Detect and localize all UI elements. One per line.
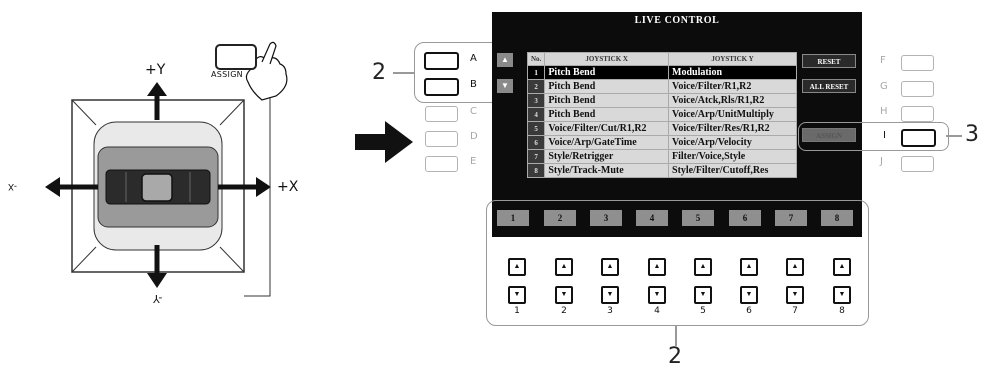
page-up-button[interactable]: ▲ (497, 53, 513, 67)
table-row[interactable]: 2 Pitch Bend Voice/Filter/R1,R2 (526, 79, 797, 94)
row-number: 6 (526, 135, 546, 150)
header-joystick-y: JOYSTICK Y (668, 52, 797, 66)
table-row[interactable]: 1 Pitch Bend Modulation (526, 65, 797, 80)
button-h[interactable] (901, 106, 934, 122)
button-j-label: J (880, 156, 883, 167)
row-number: 8 (526, 163, 546, 178)
row-x-value: Voice/Filter/Cut/R1,R2 (544, 121, 670, 136)
button-b-label: B (470, 79, 477, 90)
up-button-5[interactable]: ▲ (694, 258, 712, 276)
column-number-2: 2 (561, 306, 567, 316)
down-button-6[interactable]: ▼ (740, 286, 758, 304)
table-row[interactable]: 5 Voice/Filter/Cut/R1,R2 Voice/Filter/Re… (526, 121, 797, 136)
down-button-1[interactable]: ▼ (508, 286, 526, 304)
table-row[interactable]: 7 Style/Retrigger Filter/Voice,Style (526, 149, 797, 164)
row-x-value: Style/Retrigger (544, 149, 670, 164)
button-c[interactable] (425, 106, 458, 122)
column-number-5: 5 (700, 306, 706, 316)
row-x-value: Pitch Bend (544, 93, 670, 108)
button-i[interactable] (901, 129, 936, 147)
callout-2-bottom: 2 (668, 344, 682, 369)
up-button-6[interactable]: ▲ (740, 258, 758, 276)
button-d-label: D (470, 131, 478, 142)
row-y-value: Voice/Arp/Velocity (668, 135, 797, 150)
row-x-value: Pitch Bend (544, 65, 670, 80)
button-f[interactable] (901, 55, 934, 71)
table-row[interactable]: 4 Pitch Bend Voice/Arp/UnitMultiply (526, 107, 797, 122)
button-i-label: I (883, 130, 886, 141)
row-y-value: Filter/Voice,Style (668, 149, 797, 164)
row-y-value: Modulation (668, 65, 797, 80)
button-g[interactable] (901, 81, 934, 97)
button-g-label: G (880, 81, 888, 92)
button-b[interactable] (424, 78, 459, 96)
up-button-1[interactable]: ▲ (508, 258, 526, 276)
button-d[interactable] (425, 131, 458, 147)
row-number: 2 (526, 79, 546, 94)
button-j[interactable] (901, 156, 934, 172)
reset-button[interactable]: RESET (802, 54, 856, 68)
button-e-label: E (470, 156, 477, 167)
button-e[interactable] (425, 156, 458, 172)
callout-3: 3 (965, 122, 979, 147)
down-button-7[interactable]: ▼ (786, 286, 804, 304)
row-number: 7 (526, 149, 546, 164)
row-x-value: Style/Track-Mute (544, 163, 670, 178)
column-number-3: 3 (607, 306, 613, 316)
row-x-value: Pitch Bend (544, 79, 670, 94)
header-no: No. (526, 52, 546, 66)
row-x-value: Pitch Bend (544, 107, 670, 122)
down-button-4[interactable]: ▼ (648, 286, 666, 304)
row-y-value: Voice/Arp/UnitMultiply (668, 107, 797, 122)
down-button-8[interactable]: ▼ (833, 286, 851, 304)
button-f-label: F (880, 55, 886, 66)
row-y-value: Style/Filter/Cutoff,Res (668, 163, 797, 178)
up-button-7[interactable]: ▲ (786, 258, 804, 276)
down-button-2[interactable]: ▼ (555, 286, 573, 304)
button-a-label: A (470, 53, 477, 64)
row-number: 3 (526, 93, 546, 108)
row-x-value: Voice/Arp/GateTime (544, 135, 670, 150)
all-reset-button[interactable]: ALL RESET (802, 79, 856, 93)
table-row[interactable]: 8 Style/Track-Mute Style/Filter/Cutoff,R… (526, 163, 797, 178)
down-button-5[interactable]: ▼ (694, 286, 712, 304)
button-c-label: C (470, 106, 477, 117)
button-a[interactable] (424, 52, 459, 70)
up-button-2[interactable]: ▲ (555, 258, 573, 276)
column-number-6: 6 (746, 306, 752, 316)
row-y-value: Voice/Filter/R1,R2 (668, 79, 797, 94)
page-down-button[interactable]: ▼ (497, 79, 513, 93)
table-row[interactable]: 3 Pitch Bend Voice/Atck,Rls/R1,R2 (526, 93, 797, 108)
column-number-7: 7 (792, 306, 798, 316)
bottom-button-group (486, 200, 869, 326)
column-number-8: 8 (839, 306, 845, 316)
column-number-4: 4 (654, 306, 660, 316)
up-button-3[interactable]: ▲ (601, 258, 619, 276)
row-number: 1 (526, 65, 546, 80)
row-number: 5 (526, 121, 546, 136)
down-button-3[interactable]: ▼ (601, 286, 619, 304)
row-y-value: Voice/Filter/Res/R1,R2 (668, 121, 797, 136)
column-number-1: 1 (514, 306, 520, 316)
button-h-label: H (880, 106, 888, 117)
up-button-8[interactable]: ▲ (833, 258, 851, 276)
screen-title: LIVE CONTROL (634, 15, 720, 26)
row-y-value: Voice/Atck,Rls/R1,R2 (668, 93, 797, 108)
assignment-table: No. JOYSTICK X JOYSTICK Y 1 Pitch Bend M… (526, 52, 797, 178)
table-row[interactable]: 6 Voice/Arp/GateTime Voice/Arp/Velocity (526, 135, 797, 150)
header-joystick-x: JOYSTICK X (544, 52, 670, 66)
up-button-4[interactable]: ▲ (648, 258, 666, 276)
row-number: 4 (526, 107, 546, 122)
callout-2-left: 2 (372, 60, 386, 85)
